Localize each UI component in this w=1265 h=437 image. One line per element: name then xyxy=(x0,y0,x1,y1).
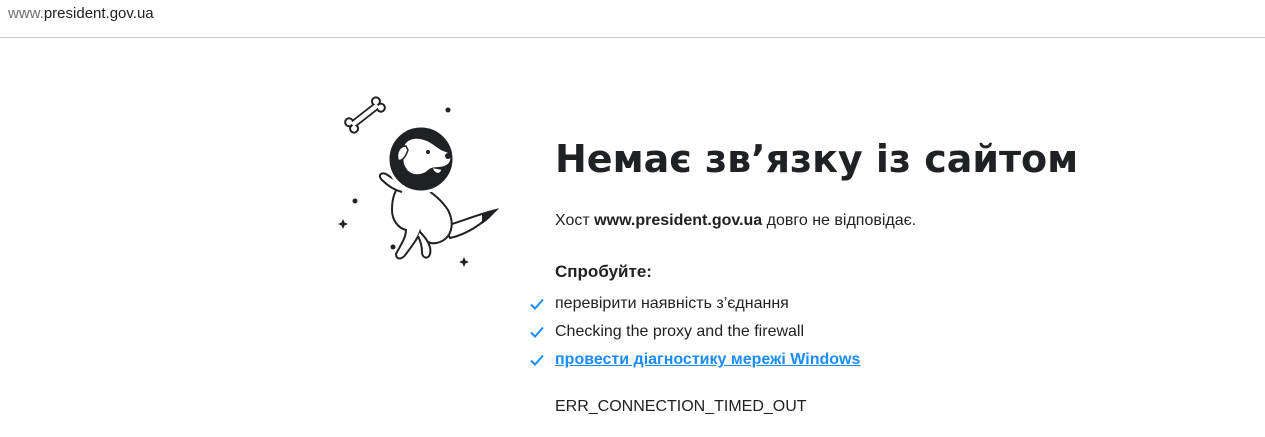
try-heading: Спробуйте: xyxy=(555,262,652,281)
host-message-prefix: Хост xyxy=(555,212,595,229)
suggestion-check-connection: перевірити наявність з’єднання xyxy=(555,295,789,312)
host-message: Хост www.president.gov.ua довго не відпо… xyxy=(555,211,916,231)
suggestion-item: перевірити наявність з’єднання xyxy=(529,290,860,318)
address-url[interactable]: www.president.gov.ua xyxy=(8,5,154,23)
check-icon xyxy=(530,326,544,338)
page-title: Немає зв’язку із сайтом xyxy=(555,137,1079,181)
network-diagnostics-link[interactable]: провести діагностику мережі Windows xyxy=(555,351,860,369)
star-dot-icon xyxy=(445,107,451,113)
host-name: www.president.gov.ua xyxy=(594,212,763,229)
address-bar[interactable]: www.president.gov.ua xyxy=(0,0,1265,38)
check-icon xyxy=(530,298,544,310)
error-content: Немає зв’язку із сайтом Хост www.preside… xyxy=(530,135,1195,415)
star-dot-icon xyxy=(390,244,396,250)
check-icon xyxy=(530,354,544,366)
space-dog-icon xyxy=(332,88,504,270)
sparkle-icon xyxy=(338,219,348,229)
suggestions-list: перевірити наявність з’єднання Checking … xyxy=(529,290,860,374)
sparkle-icon xyxy=(459,257,469,267)
host-message-suffix: довго не відповідає. xyxy=(762,212,917,229)
address-url-prefix: www. xyxy=(8,5,44,22)
suggestion-item: провести діагностику мережі Windows xyxy=(529,346,860,374)
suggestion-check-proxy: Checking the proxy and the firewall xyxy=(555,323,805,340)
address-url-domain: president.gov.ua xyxy=(43,5,154,22)
star-dot-icon xyxy=(352,198,358,204)
bone-icon xyxy=(344,96,386,134)
suggestion-item: Checking the proxy and the firewall xyxy=(529,318,860,346)
error-code: ERR_CONNECTION_TIMED_OUT xyxy=(555,398,807,415)
